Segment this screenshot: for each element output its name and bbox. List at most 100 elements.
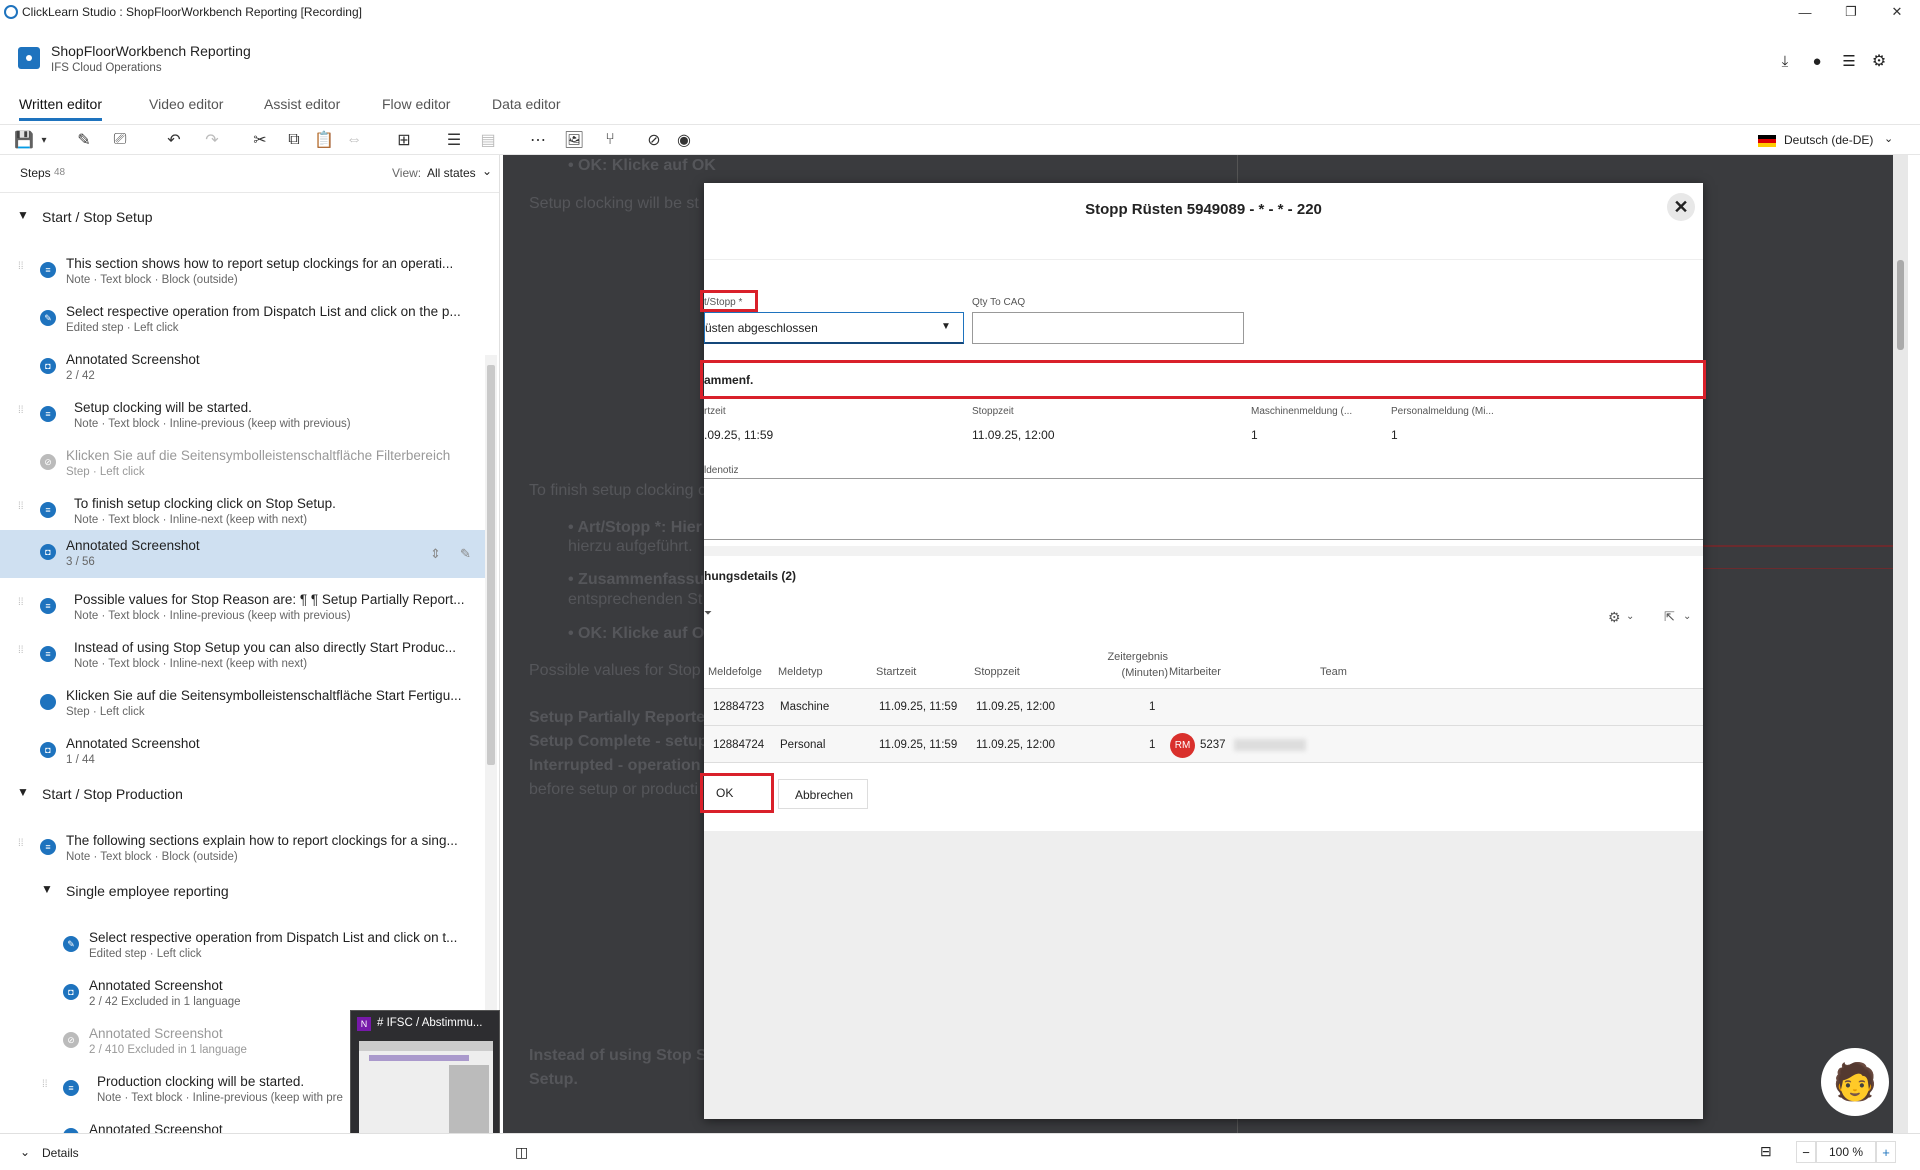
canvas-scrollbar[interactable] xyxy=(1893,155,1908,1133)
step-item-selected[interactable]: ◘ Annotated Screenshot 3 / 56 ⇕ ✎ xyxy=(0,530,485,578)
col-stoppzeit[interactable]: Stoppzeit xyxy=(974,666,1020,678)
step-item[interactable]: ✎ Select respective operation from Dispat… xyxy=(0,922,485,970)
link-icon[interactable]: ⇔ xyxy=(342,129,366,151)
settings-chevron-icon[interactable]: ⌄ xyxy=(1626,611,1634,622)
step-item[interactable]: ✎ Select respective operation from Dispat… xyxy=(0,296,485,344)
bg-text: hierzu aufgeführt. xyxy=(568,538,693,555)
export-chevron-icon[interactable]: ⌄ xyxy=(1683,611,1691,622)
move-icon[interactable]: ⇕ xyxy=(430,546,441,562)
table-icon[interactable]: ▤ xyxy=(476,129,500,151)
save-menu-chevron-icon[interactable]: ▾ xyxy=(32,129,56,151)
clicklearn-logo-icon xyxy=(4,5,18,19)
col-startzeit[interactable]: Startzeit xyxy=(876,666,916,678)
cancel-button[interactable]: Abbrechen xyxy=(778,779,868,809)
redo-icon[interactable]: ↷ xyxy=(200,129,224,151)
tab-assist-editor[interactable]: Assist editor xyxy=(264,96,340,118)
stoppzeit-value: 11.09.25, 12:00 xyxy=(972,428,1055,442)
tab-written-editor[interactable]: Written editor xyxy=(19,96,102,121)
window-title: ClickLearn Studio : ShopFloorWorkbench R… xyxy=(22,5,362,19)
table-row[interactable]: 12884724 Personal 11.09.25, 11:59 11.09.… xyxy=(704,725,1703,763)
record-screen-icon[interactable]: ⎚ xyxy=(108,129,132,151)
language-chevron-down-icon[interactable]: ⌄ xyxy=(1884,132,1893,145)
table-settings-gear-icon[interactable]: ⚙ xyxy=(1608,609,1621,626)
zoom-in-button[interactable]: + xyxy=(1876,1141,1896,1163)
list-icon[interactable]: ☰ xyxy=(1838,50,1860,72)
zoom-out-button[interactable]: − xyxy=(1796,1141,1816,1163)
assistant-avatar-icon[interactable]: 🧑 xyxy=(1821,1048,1889,1116)
employee-avatar: RM xyxy=(1170,733,1195,758)
ok-button[interactable]: OK xyxy=(704,777,770,809)
note-icon: ≡ xyxy=(40,839,56,855)
undo-icon[interactable]: ↶ xyxy=(162,129,186,151)
col-meldetyp[interactable]: Meldetyp xyxy=(778,666,823,678)
step-item[interactable]: ⁞⁞ ≡ This section shows how to report setu… xyxy=(0,248,485,296)
table-row[interactable]: 12884723 Maschine 11.09.25, 11:59 11.09.… xyxy=(704,688,1703,725)
step-item[interactable]: ⁞⁞ ≡ To finish setup clocking click on Sto… xyxy=(0,488,485,536)
step-item[interactable]: ⁞⁞ ≡ Setup clocking will be started. Note ·… xyxy=(0,392,485,440)
paste-icon[interactable]: 📋 xyxy=(312,129,336,151)
document-icon xyxy=(18,47,40,69)
add-step-icon[interactable]: ⊞ xyxy=(392,129,416,151)
zoom-level[interactable]: 100 % xyxy=(1816,1141,1876,1163)
step-item[interactable]: ⁞⁞ ≡ Possible values for Stop Reason are: … xyxy=(0,584,485,632)
details-toggle[interactable]: Details xyxy=(42,1146,79,1160)
section-single-employee-reporting[interactable]: Single employee reporting xyxy=(66,883,229,899)
bg-text: To finish setup clocking c xyxy=(529,482,706,499)
tab-video-editor[interactable]: Video editor xyxy=(149,96,223,118)
collapse-triangle-icon[interactable]: ▼ xyxy=(17,785,29,799)
view-chevron-down-icon[interactable]: ⌄ xyxy=(482,164,492,178)
col-meldefolge[interactable]: Meldefolge xyxy=(708,666,762,678)
chat-icon[interactable]: ● xyxy=(1806,50,1828,72)
panel-toggle-icon[interactable]: ◫ xyxy=(515,1144,528,1161)
copy-icon[interactable]: ⧉ xyxy=(282,129,306,151)
tab-flow-editor[interactable]: Flow editor xyxy=(382,96,450,118)
qty-caq-input[interactable] xyxy=(972,312,1244,344)
details-chevron-icon[interactable]: ⌄ xyxy=(20,1145,30,1159)
close-window-button[interactable]: ✕ xyxy=(1874,0,1920,24)
meldenotiz-label: ldenotiz xyxy=(704,465,739,476)
bg-text: Instead of using Stop Se xyxy=(529,1047,716,1064)
settings-gear-icon[interactable]: ⚙ xyxy=(1868,50,1890,72)
structure-icon[interactable]: ⋯ xyxy=(526,129,550,151)
bg-text: entsprechenden St xyxy=(568,591,703,608)
rows-icon[interactable]: ☰ xyxy=(442,129,466,151)
export-icon[interactable]: ⇱ xyxy=(1664,609,1675,625)
collapse-triangle-icon[interactable]: ▼ xyxy=(41,882,53,896)
blurred-name xyxy=(1234,739,1306,751)
col-mitarbeiter[interactable]: Mitarbeiter xyxy=(1169,666,1221,678)
inline-note-icon: ≡ xyxy=(40,406,56,422)
inbox-icon[interactable]: ⤓ xyxy=(1774,50,1796,72)
col-team[interactable]: Team xyxy=(1320,666,1347,678)
section-start-stop-production[interactable]: Start / Stop Production xyxy=(42,786,183,802)
edit-pencil-icon[interactable]: ✎ xyxy=(460,546,471,562)
step-item[interactable]: ⁞⁞ ≡ Instead of using Stop Setup you can a… xyxy=(0,632,485,680)
branch-icon[interactable]: ⑂ xyxy=(598,129,622,151)
step-item[interactable]: ◘ Annotated Screenshot 1 / 44 xyxy=(0,728,485,776)
step-item[interactable]: Klicken Sie auf die Seitensymbolleistens… xyxy=(0,680,485,728)
edit-step-icon: ✎ xyxy=(63,936,79,952)
section-start-stop-setup[interactable]: Start / Stop Setup xyxy=(42,209,153,225)
meldenotiz-textarea[interactable] xyxy=(704,478,1703,540)
cut-icon[interactable]: ✂ xyxy=(248,129,272,151)
edit-pen-icon[interactable]: ✎ xyxy=(72,129,96,151)
art-stopp-select[interactable]: üsten abgeschlossen ▼ xyxy=(704,312,964,344)
step-item[interactable]: ⁞⁞ ≡ The following sections explain how to… xyxy=(0,825,485,873)
minimize-button[interactable]: — xyxy=(1782,0,1828,24)
dialog-close-icon[interactable]: ✕ xyxy=(1667,193,1695,221)
layout-icon[interactable]: ⊟ xyxy=(1760,1143,1772,1160)
preview-eye-icon[interactable]: ◉ xyxy=(672,129,696,151)
collapse-triangle-icon[interactable]: ▼ xyxy=(17,208,29,222)
view-filter-dropdown[interactable]: All states xyxy=(427,166,476,180)
screenshot-icon[interactable]: 🖼 xyxy=(562,129,586,151)
col-zeitergebnis[interactable]: Zeitergebnis (Minuten) xyxy=(1084,649,1168,681)
tab-data-editor[interactable]: Data editor xyxy=(492,96,560,118)
restore-button[interactable]: ❐ xyxy=(1828,0,1874,24)
step-item[interactable]: ◘ Annotated Screenshot 2 / 42 xyxy=(0,344,485,392)
step-item[interactable]: ⊘ Klicken Sie auf die Seitensymbolleisten… xyxy=(0,440,485,488)
camera-icon: ◘ xyxy=(40,544,56,560)
inline-note-icon: ≡ xyxy=(40,502,56,518)
hide-eye-icon[interactable]: ⊘ xyxy=(642,129,666,151)
filter-funnel-icon[interactable]: ⏷ xyxy=(704,608,712,619)
language-selector[interactable]: Deutsch (de-DE) xyxy=(1784,133,1873,147)
bg-text: • Zusammenfassur xyxy=(568,571,711,588)
